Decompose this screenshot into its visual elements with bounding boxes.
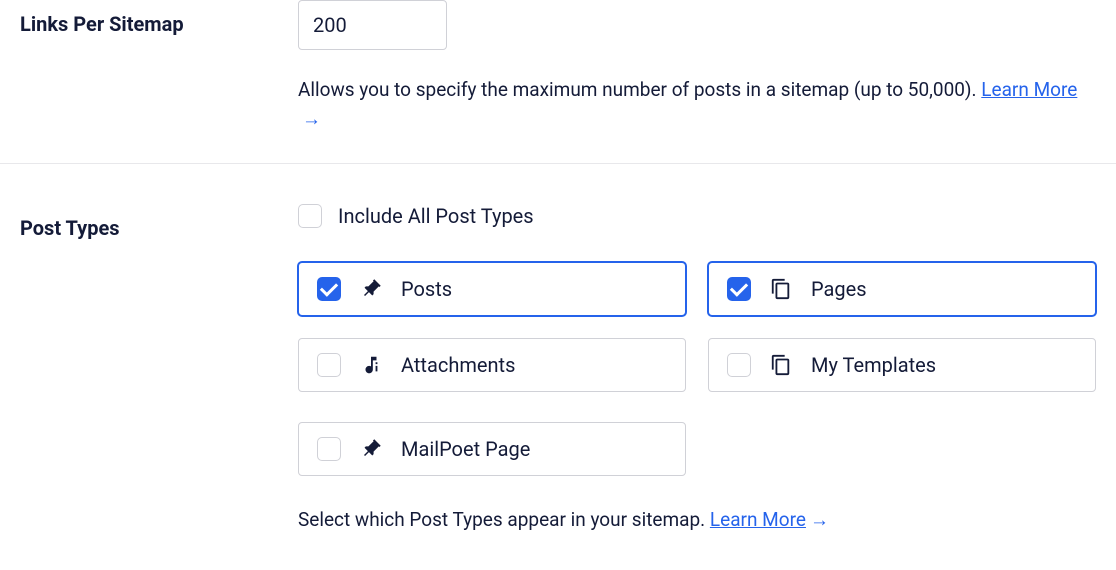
post-type-card-my-templates[interactable]: My Templates — [708, 338, 1096, 392]
help-text-prefix: Allows you to specify the maximum number… — [298, 78, 981, 101]
pin-icon — [359, 437, 383, 461]
attachments-checkbox[interactable] — [317, 353, 341, 377]
arrow-right-icon: → — [810, 506, 829, 535]
post-type-card-pages[interactable]: Pages — [708, 262, 1096, 316]
attachments-card-label: Attachments — [401, 353, 515, 377]
pages-card-label: Pages — [811, 277, 867, 301]
media-icon — [359, 353, 383, 377]
learn-more-link[interactable]: Learn More → — [710, 508, 829, 531]
links-per-sitemap-label: Links Per Sitemap — [20, 0, 298, 133]
my-templates-card-label: My Templates — [811, 353, 936, 377]
post-types-content: Include All Post Types Posts Pages Attac… — [298, 204, 1096, 535]
links-per-sitemap-content: Allows you to specify the maximum number… — [298, 0, 1096, 133]
include-all-row: Include All Post Types — [298, 204, 1096, 228]
copy-icon — [769, 353, 793, 377]
my-templates-checkbox[interactable] — [727, 353, 751, 377]
links-per-sitemap-input[interactable] — [298, 0, 447, 50]
include-all-label: Include All Post Types — [338, 204, 534, 228]
mailpoet-page-card-label: MailPoet Page — [401, 437, 530, 461]
post-types-grid-row2: MailPoet Page — [298, 422, 1096, 476]
copy-icon — [769, 277, 793, 301]
post-types-grid: Posts Pages Attachments My Templates — [298, 262, 1096, 392]
post-type-card-posts[interactable]: Posts — [298, 262, 686, 316]
help-text-prefix: Select which Post Types appear in your s… — [298, 508, 710, 531]
pin-icon — [359, 277, 383, 301]
mailpoet-page-checkbox[interactable] — [317, 437, 341, 461]
post-type-card-mailpoet-page[interactable]: MailPoet Page — [298, 422, 686, 476]
post-types-label: Post Types — [20, 204, 298, 535]
posts-checkbox[interactable] — [317, 277, 341, 301]
links-per-sitemap-row: Links Per Sitemap Allows you to specify … — [0, 0, 1116, 133]
arrow-right-icon: → — [302, 105, 321, 134]
post-types-help: Select which Post Types appear in your s… — [298, 506, 1096, 535]
links-per-sitemap-help: Allows you to specify the maximum number… — [298, 76, 1096, 133]
include-all-checkbox[interactable] — [298, 204, 322, 228]
post-type-card-attachments[interactable]: Attachments — [298, 338, 686, 392]
posts-card-label: Posts — [401, 277, 452, 301]
pages-checkbox[interactable] — [727, 277, 751, 301]
post-types-row: Post Types Include All Post Types Posts … — [0, 164, 1116, 535]
